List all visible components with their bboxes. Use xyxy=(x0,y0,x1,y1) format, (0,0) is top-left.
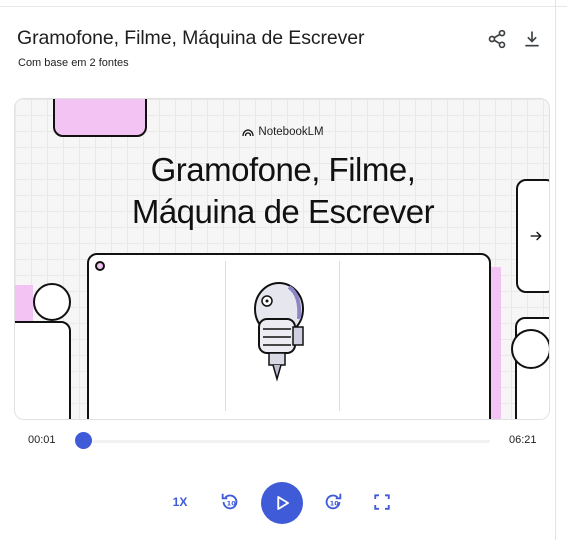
brand-text: NotebookLM xyxy=(258,126,324,138)
panel-divider-left xyxy=(225,261,226,411)
slide-title-line-2: Máquina de Escrever xyxy=(131,193,435,230)
fullscreen-button[interactable] xyxy=(370,490,394,514)
download-button[interactable] xyxy=(519,26,545,52)
panel-dot xyxy=(95,261,105,271)
panel-divider-right xyxy=(339,261,340,411)
decor-block-left xyxy=(15,321,71,419)
sources-caption: Com base em 2 fontes xyxy=(18,57,129,69)
play-icon xyxy=(277,496,289,510)
decor-circle-left xyxy=(33,283,71,321)
share-icon xyxy=(488,29,506,49)
svg-text:10: 10 xyxy=(227,500,236,508)
brand-label: NotebookLM xyxy=(15,126,549,138)
notebooklm-logo-icon xyxy=(242,129,255,137)
slide-title: Gramofone, Filme, Máquina de Escrever xyxy=(15,149,549,233)
play-button[interactable] xyxy=(261,482,303,524)
decor-pink-left xyxy=(15,285,33,321)
audio-player: 00:01 06:21 1X 10 10 xyxy=(0,425,567,540)
next-slide-button[interactable] xyxy=(516,179,549,293)
current-time: 00:01 xyxy=(28,434,56,446)
page-title: Gramofone, Filme, Máquina de Escrever xyxy=(17,27,365,49)
share-button[interactable] xyxy=(484,26,510,52)
decor-circle-right xyxy=(511,329,549,369)
replay-10-icon: 10 xyxy=(221,493,238,510)
image-panel xyxy=(87,253,491,419)
arrow-right-icon xyxy=(530,231,542,241)
top-divider xyxy=(0,6,567,7)
robot-head-illustration xyxy=(254,282,304,382)
download-icon xyxy=(525,31,539,47)
progress-track[interactable] xyxy=(82,440,490,443)
rewind-10-button[interactable]: 10 xyxy=(218,490,242,514)
svg-text:10: 10 xyxy=(330,500,339,508)
playback-speed-button[interactable]: 1X xyxy=(166,490,194,514)
slide-title-line-1: Gramofone, Filme, xyxy=(150,151,416,188)
video-preview[interactable]: NotebookLM Gramofone, Filme, Máquina de … xyxy=(14,98,550,420)
forward-10-button[interactable]: 10 xyxy=(321,490,345,514)
fullscreen-icon xyxy=(374,494,390,510)
total-time: 06:21 xyxy=(509,434,537,446)
forward-10-icon: 10 xyxy=(325,493,342,510)
progress-thumb[interactable] xyxy=(74,432,92,449)
